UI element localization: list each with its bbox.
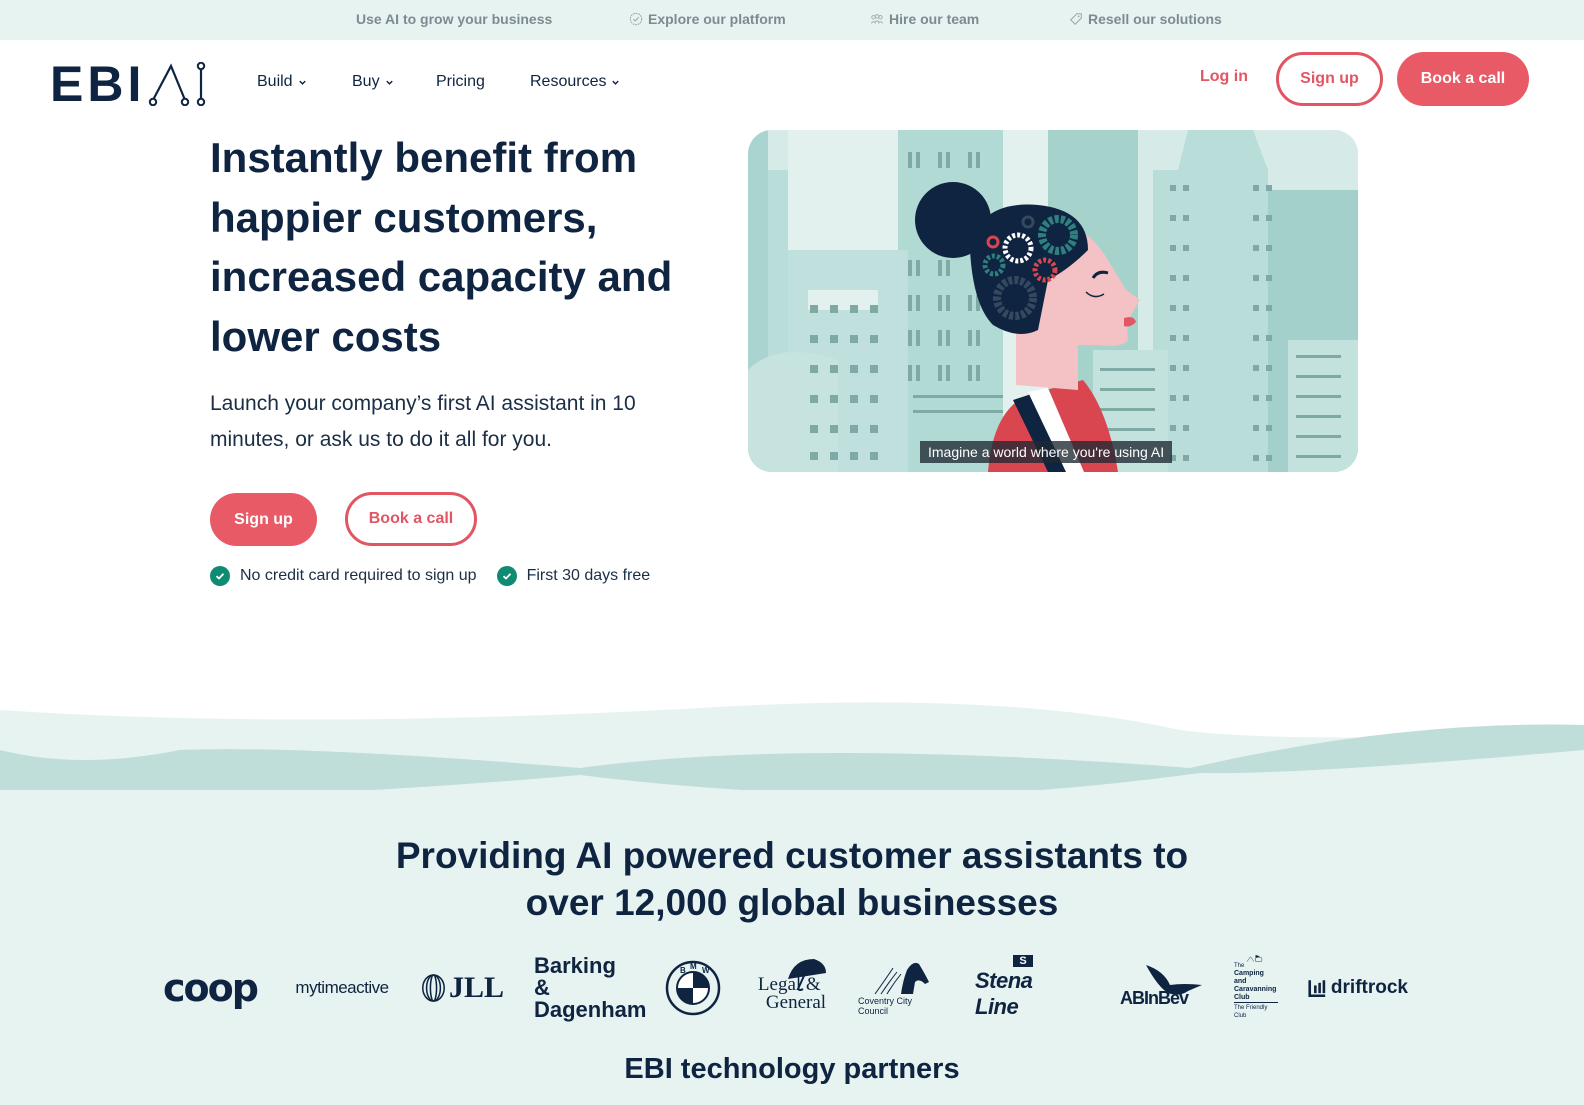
nav-menu-label: Build [257,73,293,90]
client-logo-abinbev: ABInBev [1104,955,1204,1020]
horse-icon [874,962,929,994]
wave-divider [0,702,1584,800]
nav-menu-label: Pricing [436,73,485,90]
ai-logo-mark-icon [149,62,206,106]
hero-benefits: No credit card required to sign up First… [210,566,650,586]
client-logo-jll: JLL [422,955,504,1020]
logo-text: Caravanning [1234,986,1277,993]
topbar-link-grow-business[interactable]: Use AI to grow your business [356,11,552,27]
eagle-icon [1146,965,1202,995]
logo-text: Stena Line [975,968,1033,1019]
topbar-link-hire-team[interactable]: Hire our team [870,11,979,27]
check-circle-icon [210,566,230,586]
top-utility-bar: Use AI to grow your business Explore our… [0,0,1584,40]
logo-text: coop [163,965,259,1010]
nav-menu-label: Resources [530,73,607,90]
nav-signup-button[interactable]: Sign up [1276,52,1383,106]
logo-text: Coventry City Council [858,995,913,1016]
hero-book-call-button[interactable]: Book a call [345,492,477,546]
login-link[interactable]: Log in [1200,68,1248,86]
logo-text: Dagenham [534,996,647,1022]
hero-title: Instantly benefit from happier customers… [210,134,673,360]
video-caption: Imagine a world where you're using AI [920,441,1173,463]
driftrock-bars-icon [1308,979,1326,997]
clients-title-text: Providing AI powered customer assistants… [395,835,1189,923]
benefit-item: First 30 days free [496,566,651,586]
nav-menu-resources[interactable]: Resources [530,73,620,91]
city-woman-illustration [748,130,1358,472]
topbar-link-label: Hire our team [889,11,980,27]
ebi-ai-logo[interactable]: EBI [50,56,209,112]
topbar-link-label: Use AI to grow your business [356,11,553,27]
main-navigation: EBI Build Buy Pricing Resources Log in S… [0,40,1584,124]
flag-tent-icon [1246,955,1263,962]
hero-subtitle: Launch your company’s first AI assistant… [210,392,636,451]
nav-menu-pricing[interactable]: Pricing [436,73,485,91]
stena-s-badge: S [1013,955,1033,967]
svg-text:M: M [690,962,697,971]
logo-text: JLL [448,970,504,1004]
bmw-roundel-icon: BMW [665,960,721,1015]
clients-title: Providing AI powered customer assistants… [0,832,1584,926]
logo-text: General [765,991,827,1013]
client-logo-coop: coop [160,955,260,1020]
benefit-label: No credit card required to sign up [240,567,477,584]
svg-text:W: W [702,966,710,975]
partners-title: EBI technology partners [624,1053,960,1085]
hero-signup-button[interactable]: Sign up [210,493,317,546]
benefit-item: No credit card required to sign up [210,566,477,586]
chevron-down-icon [612,80,620,85]
nav-menu-build[interactable]: Build [257,73,307,91]
jll-globe-icon [422,973,445,1002]
hero-video-player[interactable]: Imagine a world where you're using AI [748,130,1358,472]
logo-text: Club [1234,994,1250,1001]
client-logo-driftrock: driftrock [1308,955,1408,1020]
nav-book-call-button[interactable]: Book a call [1397,52,1529,106]
logo-text: EBI [50,56,146,112]
logo-text: The [1234,963,1245,969]
client-logo-stena-line: S Stena Line [975,955,1071,1020]
client-logo-coventry: Coventry City Council [858,955,944,1020]
logo-text: mytimeactive [295,977,389,997]
logo-text: The Friendly Club [1234,1002,1278,1020]
nav-menu-buy[interactable]: Buy [352,73,394,91]
svg-text:B: B [680,966,686,975]
logo-text: driftrock [1330,976,1408,998]
badge-check-icon [629,12,643,26]
benefit-label: First 30 days free [526,567,651,584]
client-logo-mytimeactive: mytimeactive [292,955,392,1020]
chevron-down-icon [298,80,306,85]
topbar-link-resell-solutions[interactable]: Resell our solutions [1069,11,1222,27]
topbar-link-label: Resell our solutions [1088,11,1222,27]
logo-text: Camping and [1234,970,1264,985]
tag-icon [1070,13,1082,25]
chevron-down-icon [385,80,393,85]
client-logo-strip: coop mytimeactive JLL Barking & Dagenham… [0,952,1584,1020]
client-logo-legal-general: Legal & General [752,955,832,1020]
umbrella-icon [788,959,826,991]
check-circle-icon [496,566,517,586]
client-logo-camping-club: The Camping and Caravanning Club The Fri… [1234,955,1278,1020]
nav-menu-label: Buy [352,73,380,90]
client-logo-bmw: BMW [665,955,721,1020]
people-icon [870,14,884,24]
client-logo-barking-dagenham: Barking & Dagenham [534,952,646,1020]
topbar-link-explore-platform[interactable]: Explore our platform [629,11,786,27]
topbar-link-label: Explore our platform [648,11,786,27]
logo-text: Barking & [534,952,616,1000]
